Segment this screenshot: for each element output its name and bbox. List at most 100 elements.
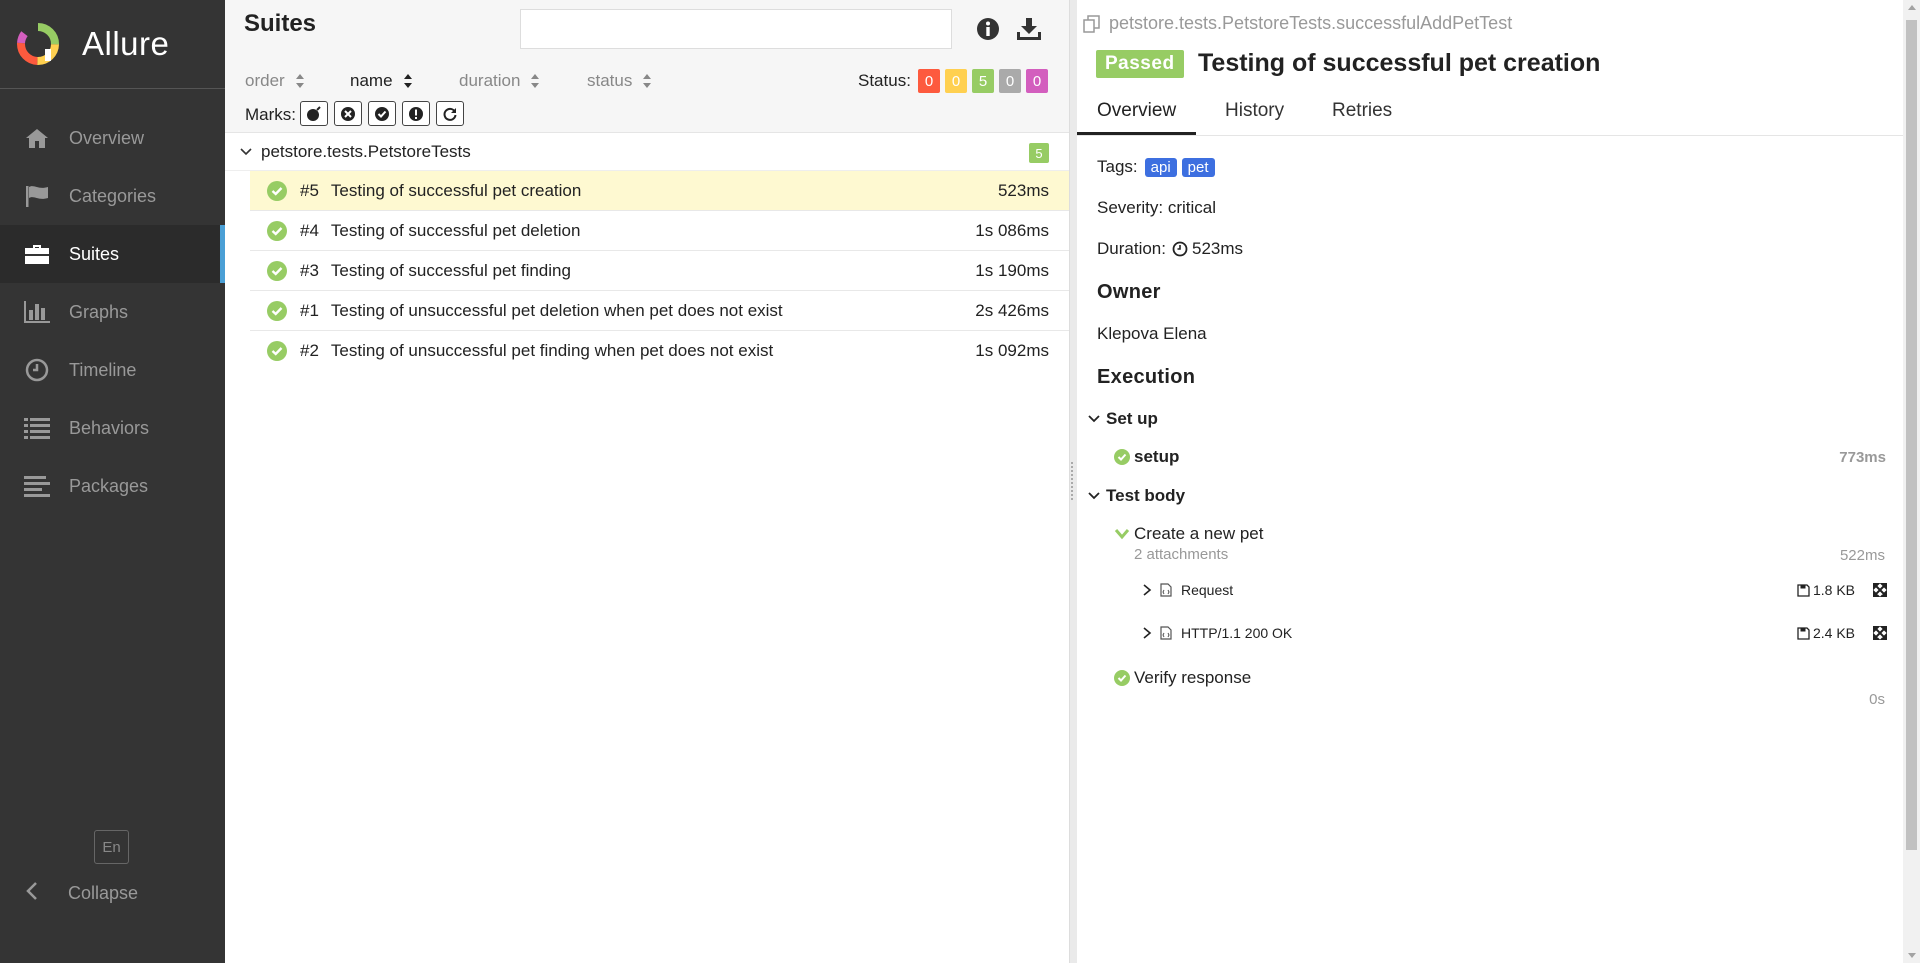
test-duration: 1s 092ms	[975, 341, 1049, 360]
test-row[interactable]: #2 Testing of unsuccessful pet finding w…	[250, 331, 1069, 371]
test-row[interactable]: #5 Testing of successful pet creation 52…	[250, 171, 1069, 211]
sidebar: Allure Overview Categories Suites Graphs	[0, 0, 225, 963]
tab-overview[interactable]: Overview	[1077, 100, 1197, 135]
test-number: #4	[300, 220, 319, 240]
chevron-down-icon	[240, 147, 252, 155]
status-failed-toggle[interactable]: 0	[918, 69, 940, 93]
sidebar-item-overview[interactable]: Overview	[0, 109, 225, 167]
attachment-request[interactable]: Request 1.8 KB	[1142, 582, 1887, 598]
status-skipped-toggle[interactable]: 0	[999, 69, 1021, 93]
scrollbar-thumb[interactable]	[1906, 20, 1917, 850]
step-duration: 0s	[1869, 691, 1885, 708]
mark-flaky-button[interactable]	[300, 101, 328, 126]
owner-value: Klepova Elena	[1097, 324, 1207, 343]
check-circle-icon	[375, 106, 389, 121]
status-unknown-toggle[interactable]: 0	[1026, 69, 1048, 93]
suite-group[interactable]: petstore.tests.PetstoreTests 5	[225, 133, 1069, 171]
status-badge: Passed	[1096, 50, 1184, 78]
mark-retries-button[interactable]	[436, 101, 464, 126]
suite-group-name: petstore.tests.PetstoreTests	[261, 141, 471, 161]
sidebar-item-suites[interactable]: Suites	[0, 225, 225, 283]
suites-header: Suites	[225, 0, 1069, 64]
marks-label: Marks:	[245, 105, 296, 124]
check-circle-icon	[267, 220, 287, 241]
setup-step[interactable]: setup 773ms	[1114, 447, 1886, 467]
sort-icon	[295, 73, 305, 89]
mark-new-passed-button[interactable]	[368, 101, 396, 126]
attachment-name: HTTP/1.1 200 OK	[1181, 625, 1293, 641]
clock-icon	[23, 356, 51, 384]
save-icon	[1797, 583, 1810, 597]
language-button[interactable]: En	[94, 830, 129, 864]
attachment-response[interactable]: HTTP/1.1 200 OK 2.4 KB	[1142, 625, 1887, 641]
setup-section-toggle[interactable]: Set up	[1087, 409, 1158, 429]
sidebar-item-graphs[interactable]: Graphs	[0, 283, 225, 341]
chevron-left-icon	[25, 881, 45, 906]
sort-duration[interactable]: duration	[459, 71, 540, 91]
download-icon[interactable]	[1015, 16, 1041, 42]
tab-retries[interactable]: Retries	[1332, 100, 1392, 132]
attachments-count: 2 attachments	[1134, 546, 1229, 563]
copy-icon[interactable]	[1083, 14, 1101, 33]
step-name: setup	[1134, 447, 1180, 466]
test-name: Testing of successful pet creation	[330, 180, 582, 200]
attachment-size: 2.4 KB	[1797, 625, 1855, 641]
scroll-up-arrow[interactable]	[1908, 5, 1916, 10]
test-body-section-toggle[interactable]: Test body	[1087, 486, 1185, 506]
sidebar-item-label: Categories	[69, 185, 157, 206]
sidebar-item-packages[interactable]: Packages	[0, 457, 225, 515]
tab-history[interactable]: History	[1225, 100, 1284, 132]
tag-badge: pet	[1181, 157, 1215, 177]
test-number: #5	[300, 180, 319, 200]
test-row[interactable]: #3 Testing of successful pet finding 1s …	[250, 251, 1069, 291]
attachment-name: Request	[1181, 582, 1234, 598]
mark-new-failed-button[interactable]	[334, 101, 362, 126]
chevron-down-icon	[1114, 529, 1130, 540]
verify-response-step[interactable]: Verify response	[1114, 668, 1251, 688]
attachment-size-value: 2.4 KB	[1812, 625, 1855, 641]
status-passed-toggle[interactable]: 5	[972, 69, 994, 93]
list-icon	[23, 414, 51, 442]
suites-pane: Suites order name duration status Status…	[225, 0, 1069, 963]
sort-icon	[642, 73, 652, 89]
sort-name[interactable]: name	[350, 71, 413, 91]
sidebar-item-label: Packages	[69, 475, 149, 496]
info-icon[interactable]	[975, 16, 1001, 42]
test-row[interactable]: #4 Testing of successful pet deletion 1s…	[250, 211, 1069, 251]
sort-status[interactable]: status	[587, 71, 652, 91]
brand[interactable]: Allure	[0, 0, 225, 89]
suite-group-count: 5	[1029, 143, 1049, 163]
duration-value: 523ms	[1191, 239, 1244, 258]
status-broken-toggle[interactable]: 0	[945, 69, 967, 93]
sidebar-item-behaviors[interactable]: Behaviors	[0, 399, 225, 457]
sidebar-item-timeline[interactable]: Timeline	[0, 341, 225, 399]
tags-label: Tags:	[1097, 157, 1138, 176]
search-input[interactable]	[520, 9, 952, 49]
mark-new-broken-button[interactable]	[402, 101, 430, 126]
sort-label: duration	[459, 71, 521, 90]
expand-icon[interactable]	[1873, 626, 1887, 640]
tag-badge: api	[1144, 157, 1177, 177]
test-title: Testing of successful pet creation	[1198, 49, 1601, 77]
chevron-right-icon	[1143, 627, 1152, 639]
scroll-down-arrow[interactable]	[1908, 953, 1916, 958]
bomb-icon	[307, 105, 321, 121]
sidebar-item-label: Behaviors	[69, 417, 150, 438]
test-fullname[interactable]: petstore.tests.PetstoreTests.successfulA…	[1083, 13, 1512, 34]
test-name: Testing of successful pet finding	[330, 260, 571, 280]
check-circle-icon	[1114, 670, 1130, 686]
sidebar-nav: Overview Categories Suites Graphs Timeli…	[0, 109, 225, 515]
test-name: Testing of unsuccessful pet deletion whe…	[330, 300, 783, 320]
tags-row: Tags: api pet	[1097, 157, 1215, 177]
scrollbar[interactable]	[1903, 0, 1920, 963]
sidebar-item-categories[interactable]: Categories	[0, 167, 225, 225]
times-circle-icon	[341, 106, 355, 121]
pane-resizer[interactable]	[1069, 0, 1077, 963]
test-row[interactable]: #1 Testing of unsuccessful pet deletion …	[250, 291, 1069, 331]
test-number: #3	[300, 260, 319, 280]
file-code-icon	[1160, 583, 1172, 597]
collapse-button[interactable]: Collapse	[0, 866, 225, 920]
expand-icon[interactable]	[1873, 583, 1887, 597]
create-pet-step[interactable]: Create a new pet	[1114, 524, 1263, 544]
sort-order[interactable]: order	[245, 71, 305, 91]
